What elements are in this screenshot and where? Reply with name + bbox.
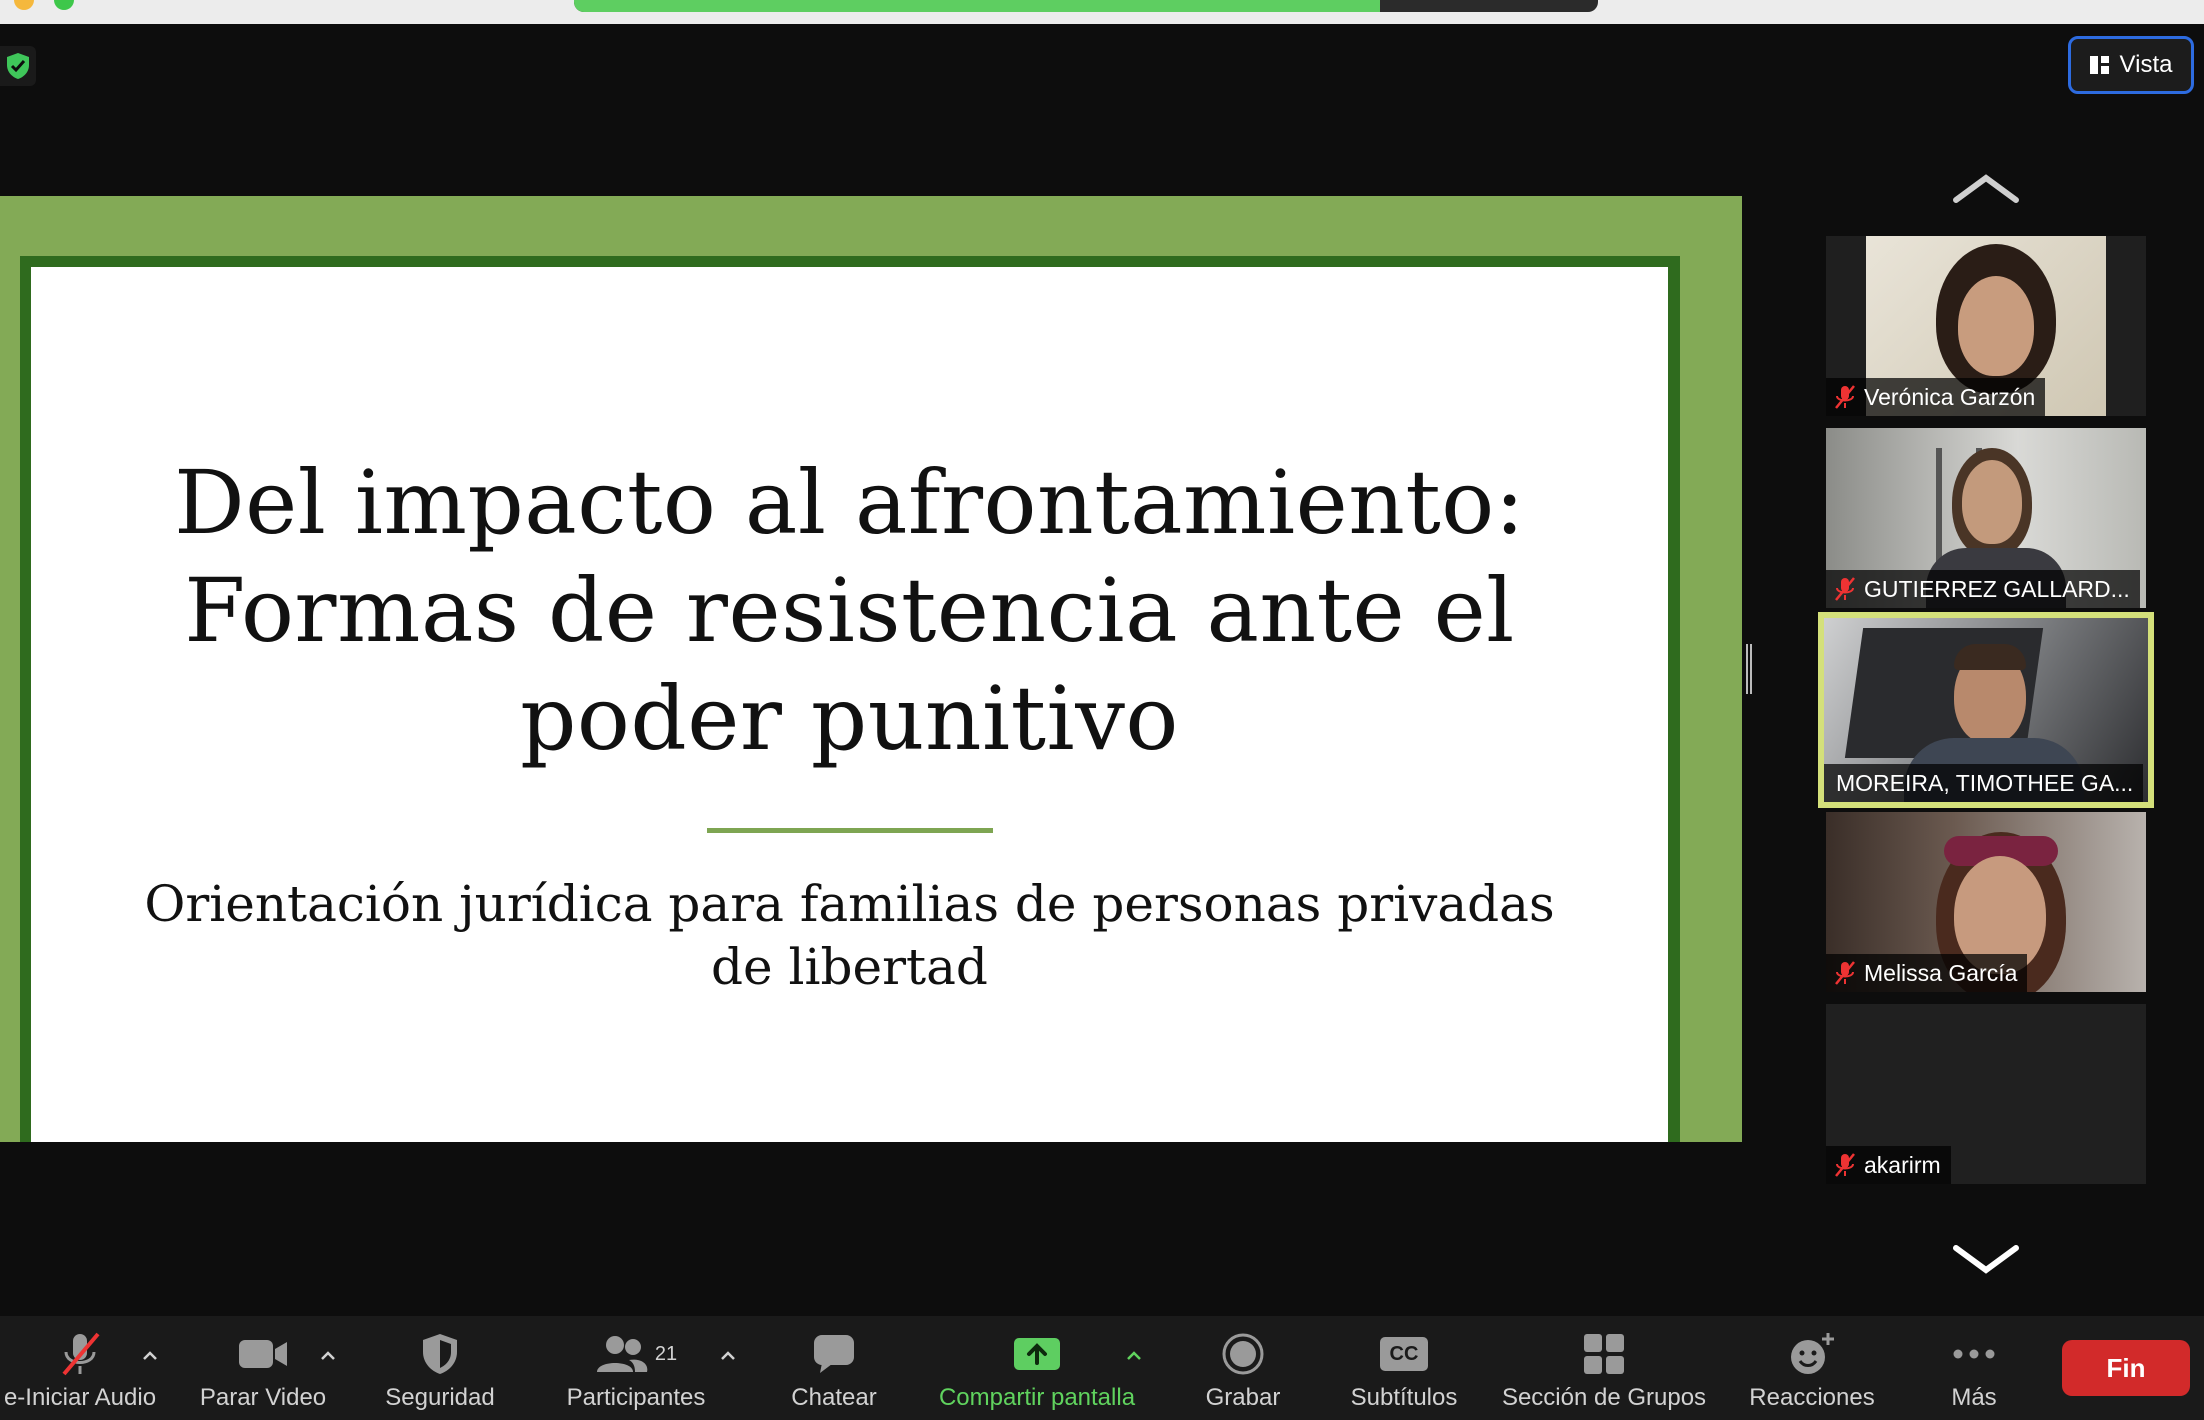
shield-icon xyxy=(423,1334,457,1374)
slide-content: Del impacto al afrontamiento: Formas de … xyxy=(31,267,1668,1142)
stop-video-button[interactable]: Parar Video xyxy=(188,1328,338,1418)
slide-title-line: Del impacto al afrontamiento: xyxy=(174,451,1525,554)
video-options-caret-icon[interactable] xyxy=(318,1346,338,1366)
encryption-shield-icon[interactable] xyxy=(0,46,36,86)
participant-name: akarirm xyxy=(1864,1151,1941,1178)
panel-resize-handle[interactable] xyxy=(1746,644,1752,694)
participant-tile[interactable]: GUTIERREZ GALLARD... xyxy=(1826,428,2146,608)
zoom-window-button[interactable] xyxy=(54,0,74,10)
share-screen-arrow-icon xyxy=(1014,1338,1060,1370)
chat-button-label: Chatear xyxy=(791,1384,877,1411)
mic-muted-icon xyxy=(1835,961,1855,985)
captions-button-label: Subtítulos xyxy=(1350,1384,1458,1411)
sharing-banner[interactable] xyxy=(574,0,1598,12)
chat-bubble-icon xyxy=(814,1335,854,1373)
mic-muted-icon xyxy=(1835,385,1855,409)
record-button-label: Grabar xyxy=(1205,1384,1281,1411)
video-camera-icon xyxy=(239,1340,287,1368)
participant-tile[interactable]: akarirm xyxy=(1826,1004,2146,1184)
mic-muted-icon xyxy=(1835,577,1855,601)
participant-name: GUTIERREZ GALLARD... xyxy=(1864,575,2130,602)
reactions-button[interactable]: Reacciones xyxy=(1742,1328,1882,1418)
participants-button-label: Participantes xyxy=(566,1384,706,1411)
participant-name: Melissa García xyxy=(1864,959,2018,986)
participant-name-tag: akarirm xyxy=(1826,1146,1951,1184)
participant-tile[interactable]: Melissa García xyxy=(1826,812,2146,992)
microphone-muted-icon xyxy=(62,1332,100,1376)
view-button-label: Vista xyxy=(2119,51,2173,78)
smiley-plus-icon xyxy=(1791,1333,1834,1374)
gallery-view-icon xyxy=(2089,56,2110,74)
participant-video-face xyxy=(1962,460,2022,544)
minimize-button[interactable] xyxy=(14,0,34,10)
participant-name-tag: GUTIERREZ GALLARD... xyxy=(1826,570,2140,608)
share-screen-button[interactable]: Compartir pantalla xyxy=(924,1328,1150,1418)
breakout-rooms-grid-icon xyxy=(1584,1334,1624,1374)
security-button[interactable]: Seguridad xyxy=(370,1328,510,1418)
chat-button[interactable]: Chatear xyxy=(772,1328,896,1418)
participant-tile-active-speaker[interactable]: MOREIRA, TIMOTHEE GA... xyxy=(1818,612,2154,808)
breakout-rooms-button[interactable]: Sección de Grupos xyxy=(1494,1328,1714,1418)
slide-subtitle-line: de libertad xyxy=(711,938,988,996)
captions-button[interactable]: CC Subtítulos xyxy=(1336,1328,1472,1418)
captions-badge-text: CC xyxy=(1389,1342,1419,1365)
more-dots-icon xyxy=(1953,1349,1995,1359)
participant-name: MOREIRA, TIMOTHEE GA... xyxy=(1836,769,2134,796)
participants-count: 21 xyxy=(654,1342,678,1365)
share-screen-button-label: Compartir pantalla xyxy=(938,1384,1136,1411)
audio-button[interactable]: e-Iniciar Audio xyxy=(0,1328,160,1418)
record-icon xyxy=(1222,1333,1264,1375)
scroll-down-chevron-icon[interactable] xyxy=(1950,1240,2022,1280)
slide-divider-line xyxy=(707,828,993,833)
reactions-button-label: Reacciones xyxy=(1749,1384,1875,1411)
end-meeting-button-label: Fin xyxy=(2106,1352,2146,1383)
participant-name: Verónica Garzón xyxy=(1864,383,2036,410)
scroll-up-chevron-icon[interactable] xyxy=(1950,168,2022,208)
slide-frame: Del impacto al afrontamiento: Formas de … xyxy=(20,256,1680,1142)
participants-icon xyxy=(596,1336,648,1372)
stop-video-button-label: Parar Video xyxy=(199,1384,327,1411)
shared-screen: Del impacto al afrontamiento: Formas de … xyxy=(0,196,1742,1142)
breakout-rooms-button-label: Sección de Grupos xyxy=(1501,1384,1707,1411)
participant-tile[interactable]: Verónica Garzón xyxy=(1826,236,2146,416)
audio-button-label: e-Iniciar Audio xyxy=(3,1384,157,1411)
security-button-label: Seguridad xyxy=(385,1384,495,1411)
record-button[interactable]: Grabar xyxy=(1188,1328,1298,1418)
meeting-toolbar: e-Iniciar Audio Parar Video Seguridad 21… xyxy=(0,1316,2204,1420)
audio-options-caret-icon[interactable] xyxy=(140,1346,160,1366)
participant-name-tag: Melissa García xyxy=(1826,954,2028,992)
share-options-caret-icon[interactable] xyxy=(1124,1346,1144,1366)
view-button[interactable]: Vista xyxy=(2068,36,2194,94)
end-meeting-button[interactable]: Fin xyxy=(2062,1340,2190,1396)
participant-video-face xyxy=(1958,276,2034,376)
closed-captions-icon: CC xyxy=(1380,1337,1428,1371)
participants-button[interactable]: 21 Participantes xyxy=(556,1328,716,1418)
participants-options-caret-icon[interactable] xyxy=(718,1346,738,1366)
slide-subtitle: Orientación jurídica para familias de pe… xyxy=(131,873,1568,999)
slide-title: Del impacto al afrontamiento: Formas de … xyxy=(31,449,1668,773)
more-button[interactable]: Más xyxy=(1934,1328,2014,1418)
mic-muted-icon xyxy=(1835,1153,1855,1177)
participant-name-tag: MOREIRA, TIMOTHEE GA... xyxy=(1824,764,2144,802)
slide-title-line: Formas de resistencia ante el xyxy=(184,559,1515,662)
slide-title-line: poder punitivo xyxy=(520,667,1179,770)
slide-subtitle-line: Orientación jurídica para familias de pe… xyxy=(144,875,1555,933)
sharing-banner-progress xyxy=(574,0,1380,12)
participant-name-tag: Verónica Garzón xyxy=(1826,378,2046,416)
more-button-label: Más xyxy=(1951,1384,1997,1411)
